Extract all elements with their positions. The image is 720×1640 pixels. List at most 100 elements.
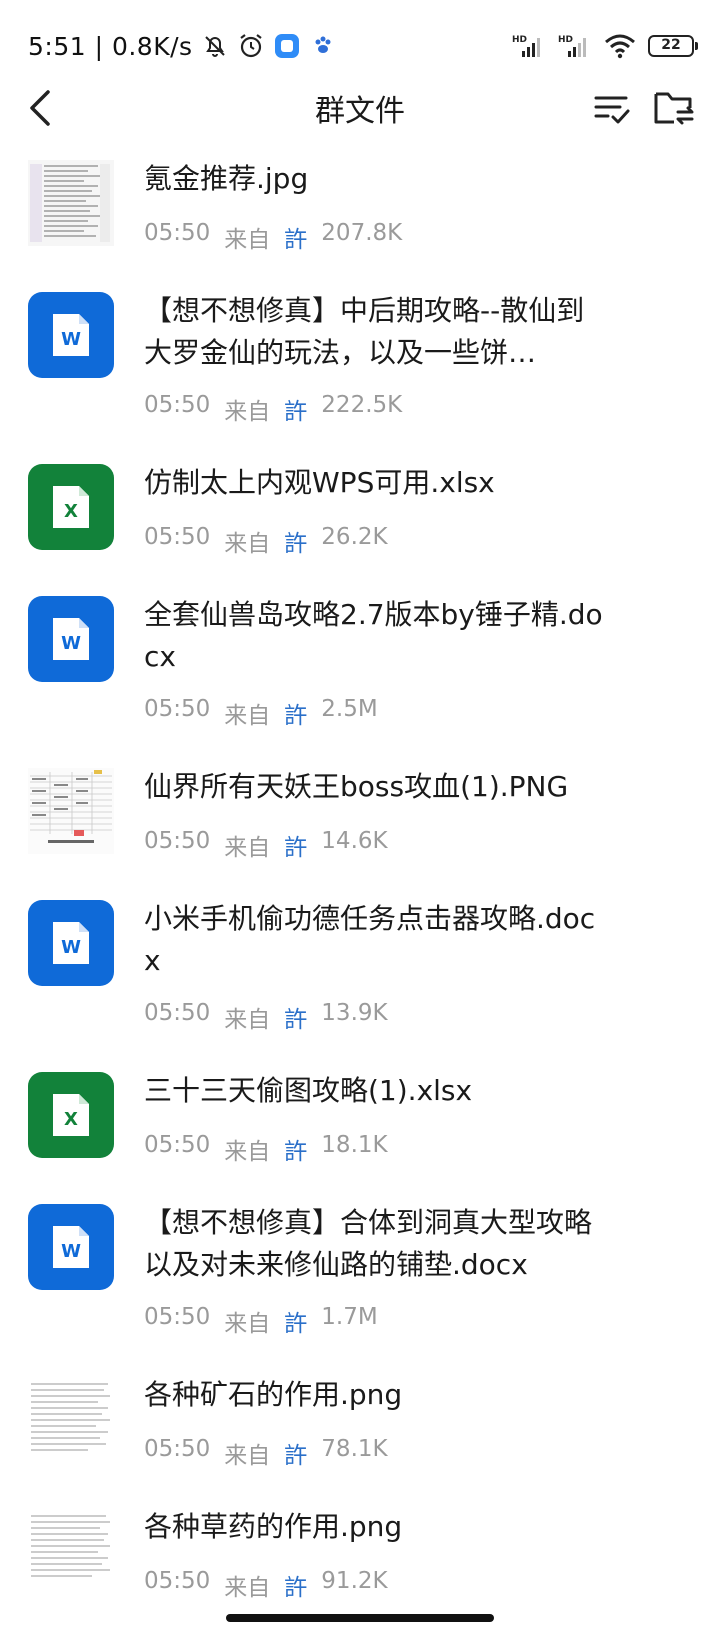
image-thumbnail: [28, 768, 114, 854]
app-notification-icon: [274, 34, 299, 58]
file-list: 氪金推荐.jpg 05:50 来自 許 207.8K W 【想不想修真】中后期攻…: [0, 150, 720, 1630]
file-list-item[interactable]: W 【想不想修真】中后期攻略--散仙到大罗金仙的玩法，以及一些饼… 05:50 …: [0, 282, 720, 454]
battery-icon: 22: [648, 35, 698, 57]
file-name: 小米手机偷功德任务点击器攻略.docx: [144, 902, 596, 977]
file-uploader-link[interactable]: 許: [284, 828, 307, 862]
file-meta: 05:50 来自 許 2.5M: [144, 696, 378, 730]
battery-level: 22: [661, 37, 681, 53]
file-list-item[interactable]: 各种草药的作用.png 05:50 来自 許 91.2K: [0, 1498, 720, 1630]
file-from-label: 来自: [224, 399, 271, 425]
file-size: 222.5K: [321, 392, 403, 418]
header-bar: 群文件: [0, 80, 720, 136]
signal-icon: HD: [558, 35, 586, 57]
svg-text:W: W: [61, 937, 81, 958]
file-name: 各种草药的作用.png: [144, 1510, 403, 1543]
excel-icon: X: [28, 1072, 114, 1158]
file-meta: 05:50 来自 許 222.5K: [144, 392, 402, 426]
file-uploader-link[interactable]: 許: [284, 696, 307, 730]
svg-text:HD: HD: [512, 35, 527, 45]
file-time: 05:50: [144, 1132, 211, 1158]
file-name: 全套仙兽岛攻略2.7版本by锤子精.docx: [144, 598, 603, 673]
file-size: 14.6K: [321, 828, 388, 854]
file-size: 18.1K: [321, 1132, 388, 1158]
file-size: 91.2K: [321, 1568, 388, 1594]
file-size: 207.8K: [321, 220, 403, 246]
status-right: HD HD 22: [512, 28, 698, 64]
svg-text:X: X: [64, 1109, 78, 1130]
file-uploader-link[interactable]: 許: [284, 1132, 307, 1166]
file-time: 05:50: [144, 828, 211, 854]
file-uploader-link[interactable]: 許: [284, 1436, 307, 1470]
file-time: 05:50: [144, 1436, 211, 1462]
file-size: 1.7M: [321, 1304, 378, 1330]
mute-bell-icon: [204, 36, 225, 57]
sort-filter-icon[interactable]: [592, 88, 632, 128]
file-from-label: 来自: [224, 531, 271, 557]
folder-transfer-icon[interactable]: [652, 86, 696, 130]
file-list-item[interactable]: 氪金推荐.jpg 05:50 来自 許 207.8K: [0, 150, 720, 282]
file-list-item[interactable]: X 三十三天偷图攻略(1).xlsx 05:50 来自 許 18.1K: [0, 1062, 720, 1194]
excel-icon: X: [28, 464, 114, 550]
file-uploader-link[interactable]: 許: [284, 1000, 307, 1034]
svg-text:W: W: [61, 329, 81, 350]
word-icon: W: [28, 1204, 114, 1290]
file-size: 78.1K: [321, 1436, 388, 1462]
file-name: 三十三天偷图攻略(1).xlsx: [144, 1074, 473, 1107]
status-bar: 5:51 | 0.8K/s HD HD 22: [0, 0, 720, 90]
file-time: 05:50: [144, 392, 211, 418]
file-size: 26.2K: [321, 524, 388, 550]
file-from-label: 来自: [224, 1139, 271, 1165]
signal-icon: HD: [512, 35, 540, 57]
file-list-item[interactable]: W 小米手机偷功德任务点击器攻略.docx 05:50 来自 許 13.9K: [0, 890, 720, 1062]
file-time: 05:50: [144, 524, 211, 550]
image-thumbnail: [28, 160, 114, 246]
svg-text:HD: HD: [558, 35, 573, 45]
file-list-item[interactable]: 仙界所有天妖王boss攻血(1).PNG 05:50 来自 許 14.6K: [0, 758, 720, 890]
file-name: 各种矿石的作用.png: [144, 1378, 403, 1411]
file-uploader-link[interactable]: 許: [284, 1568, 307, 1602]
file-meta: 05:50 来自 許 78.1K: [144, 1436, 388, 1470]
word-icon: W: [28, 292, 114, 378]
status-time: 5:51 | 0.8K/s: [28, 31, 193, 61]
file-from-label: 来自: [224, 1443, 271, 1469]
file-name: 【想不想修真】中后期攻略--散仙到大罗金仙的玩法，以及一些饼…: [144, 294, 585, 369]
file-list-item[interactable]: X 仿制太上内观WPS可用.xlsx 05:50 来自 許 26.2K: [0, 454, 720, 586]
file-name: 氪金推荐.jpg: [144, 162, 309, 195]
file-time: 05:50: [144, 1568, 211, 1594]
file-name: 仿制太上内观WPS可用.xlsx: [144, 466, 495, 499]
svg-text:W: W: [61, 633, 81, 654]
file-list-item[interactable]: 各种矿石的作用.png 05:50 来自 許 78.1K: [0, 1366, 720, 1498]
svg-text:W: W: [61, 1241, 81, 1262]
image-thumbnail: [28, 1508, 114, 1594]
file-size: 2.5M: [321, 696, 378, 722]
alarm-icon: [239, 34, 262, 58]
file-time: 05:50: [144, 696, 211, 722]
file-uploader-link[interactable]: 許: [284, 392, 307, 426]
file-from-label: 来自: [224, 1575, 271, 1601]
home-indicator[interactable]: [226, 1614, 494, 1622]
file-meta: 05:50 来自 許 26.2K: [144, 524, 388, 558]
file-uploader-link[interactable]: 許: [284, 1304, 307, 1338]
file-list-item[interactable]: W 全套仙兽岛攻略2.7版本by锤子精.docx 05:50 来自 許 2.5M: [0, 586, 720, 758]
file-time: 05:50: [144, 220, 211, 246]
file-from-label: 来自: [224, 227, 271, 253]
file-name: 仙界所有天妖王boss攻血(1).PNG: [144, 770, 569, 803]
file-time: 05:50: [144, 1000, 211, 1026]
paw-icon: [315, 36, 331, 53]
image-thumbnail: [28, 1376, 114, 1462]
wifi-icon: [605, 34, 635, 59]
status-left: 5:51 | 0.8K/s: [28, 28, 337, 64]
file-meta: 05:50 来自 許 1.7M: [144, 1304, 378, 1338]
file-meta: 05:50 来自 許 13.9K: [144, 1000, 388, 1034]
file-list-item[interactable]: W 【想不想修真】合体到洞真大型攻略以及对未来修仙路的铺垫.docx 05:50…: [0, 1194, 720, 1366]
file-uploader-link[interactable]: 許: [284, 524, 307, 558]
file-from-label: 来自: [224, 835, 271, 861]
file-size: 13.9K: [321, 1000, 388, 1026]
svg-text:X: X: [64, 501, 78, 522]
file-uploader-link[interactable]: 許: [284, 220, 307, 254]
file-name: 【想不想修真】合体到洞真大型攻略以及对未来修仙路的铺垫.docx: [144, 1206, 593, 1281]
file-time: 05:50: [144, 1304, 211, 1330]
file-from-label: 来自: [224, 1311, 271, 1337]
word-icon: W: [28, 900, 114, 986]
file-from-label: 来自: [224, 1007, 271, 1033]
